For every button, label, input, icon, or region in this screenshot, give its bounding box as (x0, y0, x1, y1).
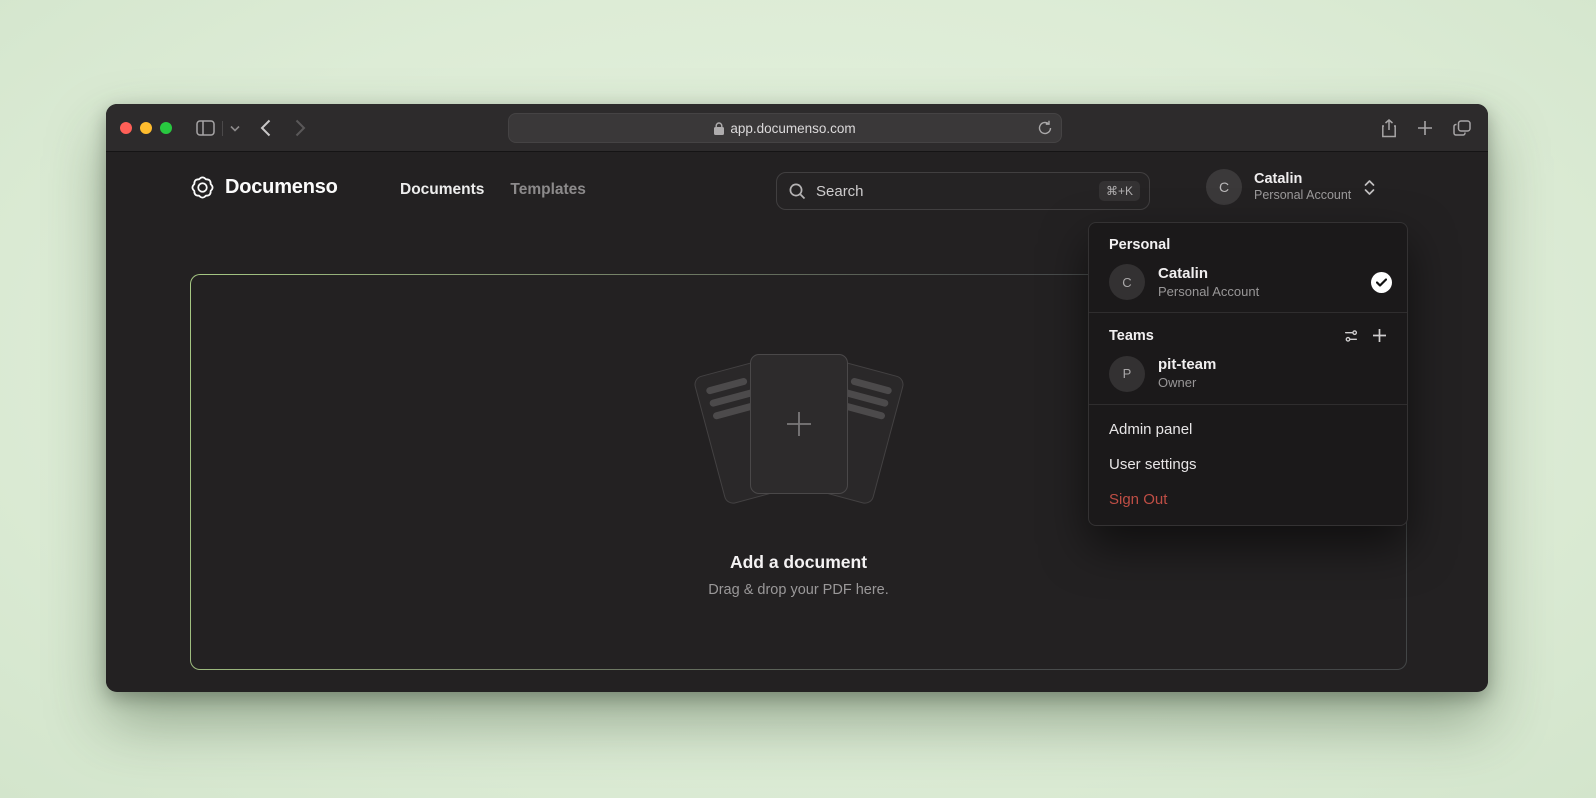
search-shortcut-badge: ⌘+K (1099, 181, 1140, 201)
sidebar-chevron-down-icon[interactable] (230, 125, 240, 132)
document-stack-illustration (684, 346, 914, 518)
app-content: Documenso Documents Templates Search ⌘+K… (106, 152, 1488, 691)
avatar: C (1206, 169, 1242, 205)
personal-account-item[interactable]: C Catalin Personal Account (1089, 259, 1407, 305)
nav-link-documents[interactable]: Documents (400, 181, 484, 199)
personal-section-label: Personal (1089, 229, 1407, 259)
documenso-badge-icon (190, 175, 215, 200)
sidebar-toggle-icon[interactable] (196, 120, 215, 136)
team-avatar: P (1109, 356, 1145, 392)
chevrons-up-down-icon (1363, 179, 1376, 196)
documenso-logo[interactable]: Documenso (190, 175, 338, 200)
share-icon[interactable] (1381, 119, 1397, 138)
chrome-nav-controls (196, 104, 306, 152)
team-name: pit-team (1158, 355, 1216, 375)
account-name: Catalin (1254, 170, 1351, 188)
search-input[interactable]: Search ⌘+K (776, 172, 1150, 210)
browser-chrome: app.documenso.com (106, 104, 1488, 152)
main-nav: Documents Templates (400, 181, 586, 199)
teams-section-header: Teams (1089, 320, 1407, 350)
selected-check-icon (1371, 272, 1392, 293)
forward-button-icon[interactable] (295, 119, 306, 137)
plus-icon (783, 408, 815, 440)
tab-overview-icon[interactable] (1453, 120, 1471, 136)
chrome-separator (222, 121, 223, 136)
address-bar[interactable]: app.documenso.com (508, 113, 1062, 143)
reload-icon[interactable] (1038, 120, 1052, 136)
chrome-action-icons (1381, 104, 1471, 152)
lock-icon (714, 122, 724, 135)
account-dropdown-menu: Personal C Catalin Personal Account Team… (1088, 222, 1408, 526)
personal-account-subtitle: Personal Account (1158, 284, 1259, 301)
account-menu-button[interactable]: C Catalin Personal Account (1206, 169, 1376, 205)
document-card-center (750, 354, 848, 494)
search-icon (789, 183, 806, 200)
url-text: app.documenso.com (730, 121, 855, 136)
search-placeholder: Search (816, 183, 1099, 200)
dropzone-title: Add a document (730, 552, 867, 573)
menu-item-admin-panel[interactable]: Admin panel (1089, 412, 1407, 447)
menu-item-sign-out[interactable]: Sign Out (1089, 482, 1407, 517)
nav-link-templates[interactable]: Templates (510, 181, 586, 199)
brand-name: Documenso (225, 176, 338, 199)
menu-divider (1089, 404, 1407, 405)
dropzone-subtitle: Drag & drop your PDF here. (708, 582, 889, 598)
personal-account-name: Catalin (1158, 264, 1259, 284)
teams-section-label: Teams (1109, 328, 1154, 344)
zoom-window-button[interactable] (160, 122, 172, 134)
avatar: C (1109, 264, 1145, 300)
create-team-plus-icon[interactable] (1372, 328, 1387, 344)
close-window-button[interactable] (120, 122, 132, 134)
account-subtitle: Personal Account (1254, 188, 1351, 204)
back-button-icon[interactable] (260, 119, 271, 137)
team-item[interactable]: P pit-team Owner (1089, 350, 1407, 396)
traffic-lights (120, 122, 172, 134)
browser-window: app.documenso.com (106, 104, 1488, 692)
menu-divider (1089, 312, 1407, 313)
new-tab-icon[interactable] (1417, 120, 1433, 136)
minimize-window-button[interactable] (140, 122, 152, 134)
manage-teams-icon[interactable] (1343, 328, 1359, 344)
team-role: Owner (1158, 375, 1216, 392)
menu-item-user-settings[interactable]: User settings (1089, 447, 1407, 482)
